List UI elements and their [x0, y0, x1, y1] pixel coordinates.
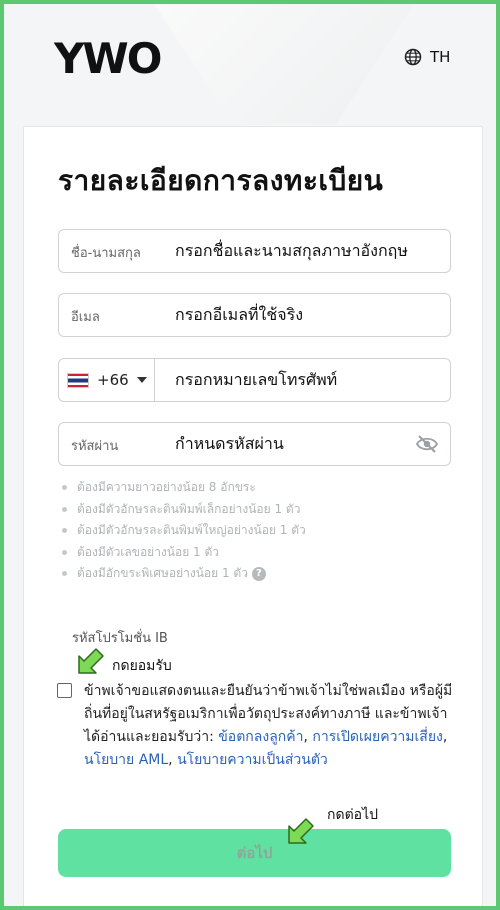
- password-rule: ต้องมีตัวเลขอย่างน้อย 1 ตัว: [62, 542, 306, 564]
- email-field-label: อีเมล: [71, 310, 100, 325]
- header: YWO TH: [4, 4, 496, 114]
- next-button[interactable]: ต่อไป: [58, 829, 451, 877]
- language-selector[interactable]: TH: [404, 48, 450, 66]
- password-rule-text: ต้องมีตัวเลขอย่างน้อย 1 ตัว: [77, 544, 220, 559]
- bullet-icon: [62, 506, 67, 512]
- password-rule-text: ต้องมีตัวอักษรละตินพิมพ์ใหญ่อย่างน้อย 1 …: [77, 523, 306, 538]
- next-annotation: กดต่อไป: [327, 807, 378, 823]
- accept-annotation: กดยอมรับ: [112, 658, 172, 674]
- email-field-value: กรอกอีเมลที่ใช้จริง: [175, 305, 304, 324]
- password-rule-text: ต้องมีอักขระพิเศษอย่างน้อย 1 ตัว: [77, 566, 248, 581]
- name-field[interactable]: ชื่อ-นามสกุล กรอกชื่อและนามสกุลภาษาอังกฤ…: [58, 229, 451, 273]
- country-code: +66: [97, 371, 129, 389]
- brand-logo-text: YWO: [54, 38, 161, 78]
- country-code-selector[interactable]: +66: [59, 359, 155, 401]
- password-rule: ต้องมีอักขระพิเศษอย่างน้อย 1 ตัว?: [62, 563, 306, 585]
- password-rules: ต้องมีความยาวอย่างน้อย 8 อักขระ ต้องมีตั…: [62, 477, 306, 585]
- phone-input[interactable]: กรอกหมายเลขโทรศัพท์: [175, 368, 337, 393]
- consent-separator: ,: [442, 729, 448, 745]
- bullet-icon: [62, 485, 67, 491]
- help-icon[interactable]: ?: [251, 566, 266, 581]
- email-field[interactable]: อีเมล กรอกอีเมลที่ใช้จริง: [58, 293, 451, 337]
- password-rule: ต้องมีตัวอักษรละตินพิมพ์ใหญ่อย่างน้อย 1 …: [62, 520, 306, 542]
- password-rule-text: ต้องมีตัวอักษรละตินพิมพ์เล็กอย่างน้อย 1 …: [77, 501, 301, 516]
- name-field-value: กรอกชื่อและนามสกุลภาษาอังกฤษ: [175, 241, 408, 260]
- password-field-value: กำหนดรหัสผ่าน: [175, 434, 284, 453]
- globe-icon: [404, 48, 422, 66]
- risk-disclosure-link[interactable]: การเปิดเผยความเสี่ยง: [312, 729, 443, 745]
- consent-checkbox[interactable]: [57, 683, 72, 698]
- language-label: TH: [430, 48, 451, 66]
- bullet-icon: [62, 528, 67, 534]
- bullet-icon: [62, 571, 67, 577]
- chevron-down-icon: [136, 377, 147, 383]
- consent-text: ข้าพเจ้าขอแสดงตนและยืนยันว่าข้าพเจ้าไม่ใ…: [84, 680, 456, 772]
- password-rule-text: ต้องมีความยาวอย่างน้อย 8 อักขระ: [77, 480, 256, 495]
- password-field-label: รหัสผ่าน: [71, 439, 119, 454]
- consent-separator: ,: [168, 752, 178, 768]
- phone-field: +66 กรอกหมายเลขโทรศัพท์: [58, 358, 451, 402]
- registration-card: รายละเอียดการลงทะเบียน ชื่อ-นามสกุล กรอก…: [23, 126, 483, 906]
- password-rule: ต้องมีตัวอักษรละตินพิมพ์เล็กอย่างน้อย 1 …: [62, 499, 306, 521]
- brand-logo[interactable]: YWO: [54, 38, 166, 78]
- screenshot-frame: YWO TH รายละเอียดการลงทะเบียน ชื่อ-นามสก…: [0, 0, 500, 910]
- name-field-label: ชื่อ-นามสกุล: [71, 246, 141, 261]
- client-agreement-link[interactable]: ข้อตกลงลูกค้า: [218, 729, 303, 745]
- annotation-arrow-icon: [288, 818, 314, 844]
- password-field[interactable]: รหัสผ่าน กำหนดรหัสผ่าน: [58, 422, 451, 466]
- password-rule: ต้องมีความยาวอย่างน้อย 8 อักขระ: [62, 477, 306, 499]
- eye-off-icon[interactable]: [416, 434, 438, 454]
- thailand-flag-icon: [67, 372, 89, 388]
- bullet-icon: [62, 549, 67, 555]
- privacy-policy-link[interactable]: นโยบายความเป็นส่วนตัว: [177, 752, 328, 768]
- promo-code-toggle[interactable]: รหัสโปรโมชั่น IB: [72, 627, 168, 648]
- page-title: รายละเอียดการลงทะเบียน: [58, 164, 384, 197]
- aml-policy-link[interactable]: นโยบาย AML: [84, 752, 168, 768]
- annotation-arrow-icon: [78, 648, 104, 674]
